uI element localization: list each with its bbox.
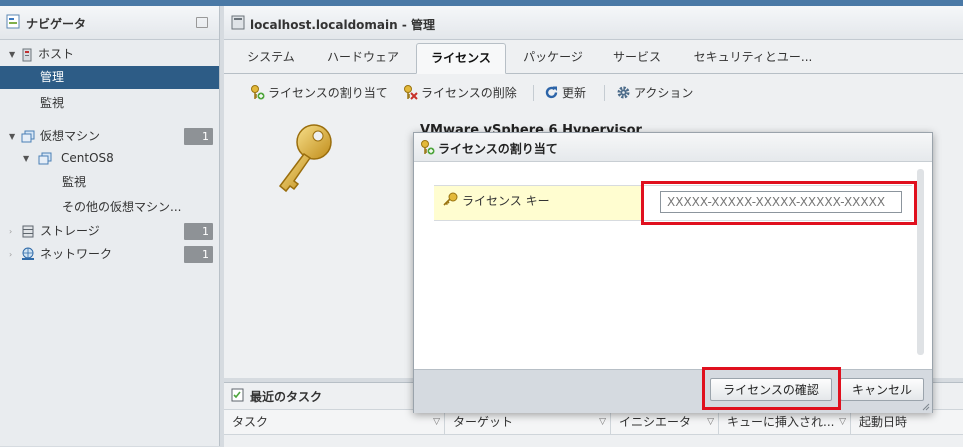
tab-packages[interactable]: パッケージ <box>510 43 596 72</box>
tree-item-other-vms[interactable]: その他の仮想マシン... <box>0 196 219 219</box>
tab-license[interactable]: ライセンス <box>416 43 506 74</box>
tree-item-vm-monitor[interactable]: 監視 <box>0 171 219 194</box>
refresh-button[interactable]: 更新 <box>544 84 586 102</box>
dialog-scrollbar[interactable] <box>917 169 924 355</box>
navigator-header: ナビゲータ <box>0 6 219 40</box>
dialog-title: ライセンスの割り当て <box>438 142 558 156</box>
tree-item-host[interactable]: ▼ ホスト <box>0 43 219 66</box>
chevron-down-icon[interactable]: ▽ <box>433 410 440 434</box>
cancel-button[interactable]: キャンセル <box>840 378 924 401</box>
chevron-down-icon[interactable]: ▼ <box>23 147 29 170</box>
chevron-right-icon[interactable]: › <box>9 243 12 266</box>
tab-security-users[interactable]: セキュリティとユー... <box>682 43 824 72</box>
tree-item-label: 管理 <box>40 70 65 84</box>
tree-item-manage[interactable]: 管理 <box>0 66 219 89</box>
collapse-panel-icon[interactable] <box>196 17 208 28</box>
count-badge: 1 <box>184 246 213 263</box>
chevron-down-icon[interactable]: ▼ <box>9 43 15 66</box>
toolbar-divider <box>533 85 534 101</box>
tree-item-monitor[interactable]: 監視 <box>0 92 219 115</box>
chevron-down-icon[interactable]: ▽ <box>707 410 714 434</box>
key-icon <box>443 192 458 206</box>
navigator-panel: ナビゲータ ▼ ホスト 管理 監視 ▼ 仮想マシン 1 ▼ CentOS8 監視… <box>0 6 220 446</box>
remove-license-button[interactable]: ライセンスの削除 <box>402 84 517 102</box>
tree-item-label: その他の仮想マシン... <box>62 200 182 214</box>
chevron-down-icon[interactable]: ▽ <box>839 410 846 434</box>
count-badge: 1 <box>184 223 213 240</box>
tree-item-centos8[interactable]: ▼ CentOS8 <box>0 147 219 170</box>
page-title: localhost.localdomain - 管理 <box>250 18 436 32</box>
actions-label: アクション <box>634 86 694 100</box>
vm-icon <box>38 152 52 165</box>
dialog-header: ライセンスの割り当て <box>414 133 932 162</box>
host-icon <box>231 15 245 30</box>
tree-item-label: CentOS8 <box>61 151 114 165</box>
tree-item-network[interactable]: › ネットワーク 1 <box>0 243 219 266</box>
gear-icon <box>617 86 630 99</box>
refresh-icon <box>545 86 558 99</box>
actions-button[interactable]: アクション <box>616 84 693 102</box>
storage-icon <box>22 225 34 238</box>
tasks-title: 最近のタスク <box>250 390 323 404</box>
tree-item-label: 監視 <box>62 175 87 189</box>
column-started[interactable]: 起動日時 <box>851 410 963 434</box>
chevron-down-icon[interactable]: ▼ <box>9 125 15 148</box>
assign-license-dialog: ライセンスの割り当て ライセンス キー ライセンスの確認 キャンセル <box>413 132 933 413</box>
column-initiator[interactable]: イニシエータ ▽ <box>611 410 719 434</box>
vm-icon <box>21 130 35 143</box>
navigator-icon <box>6 14 20 29</box>
remove-license-label: ライセンスの削除 <box>421 86 517 100</box>
count-badge: 1 <box>184 128 213 145</box>
column-task[interactable]: タスク ▽ <box>224 410 445 434</box>
network-icon <box>22 247 34 260</box>
tree-item-vms[interactable]: ▼ 仮想マシン 1 <box>0 125 219 148</box>
key-add-icon <box>251 85 265 100</box>
tasks-icon <box>231 388 244 402</box>
column-queued[interactable]: キューに挿入され... ▽ <box>719 410 851 434</box>
tab-bar: システム ハードウェア ライセンス パッケージ サービス セキュリティとユー..… <box>224 43 963 74</box>
toolbar-divider <box>604 85 605 101</box>
license-key-label-cell: ライセンス キー <box>434 186 642 220</box>
license-key-icon <box>278 124 332 193</box>
navigator-title: ナビゲータ <box>26 17 87 31</box>
tree-item-label: 監視 <box>40 96 65 110</box>
main-header: localhost.localdomain - 管理 <box>224 6 963 40</box>
dialog-footer: ライセンスの確認 キャンセル <box>414 369 932 413</box>
tree-item-label: ホスト <box>38 47 75 61</box>
chevron-down-icon[interactable]: ▽ <box>599 410 606 434</box>
tab-hardware[interactable]: ハードウェア <box>316 43 410 72</box>
assign-license-button[interactable]: ライセンスの割り当て <box>249 84 388 102</box>
highlight-confirm-button <box>702 367 841 410</box>
highlight-license-input <box>641 181 917 225</box>
host-icon <box>22 48 32 62</box>
license-key-label: ライセンス キー <box>462 194 550 208</box>
tab-system[interactable]: システム <box>232 43 310 72</box>
tree-item-label: ネットワーク <box>40 247 113 261</box>
tree-item-label: ストレージ <box>40 224 100 238</box>
toolbar: ライセンスの割り当て ライセンスの削除 更新 アクション <box>224 77 963 109</box>
key-add-icon <box>421 140 435 155</box>
column-target[interactable]: ターゲット ▽ <box>445 410 611 434</box>
key-remove-icon <box>404 85 418 100</box>
resize-grip-icon[interactable] <box>922 403 930 411</box>
assign-license-label: ライセンスの割り当て <box>268 86 388 100</box>
chevron-right-icon[interactable]: › <box>9 220 12 243</box>
tab-services[interactable]: サービス <box>604 43 670 72</box>
tree-item-label: 仮想マシン <box>40 129 101 143</box>
tree-item-storage[interactable]: › ストレージ 1 <box>0 220 219 243</box>
refresh-label: 更新 <box>562 86 587 100</box>
